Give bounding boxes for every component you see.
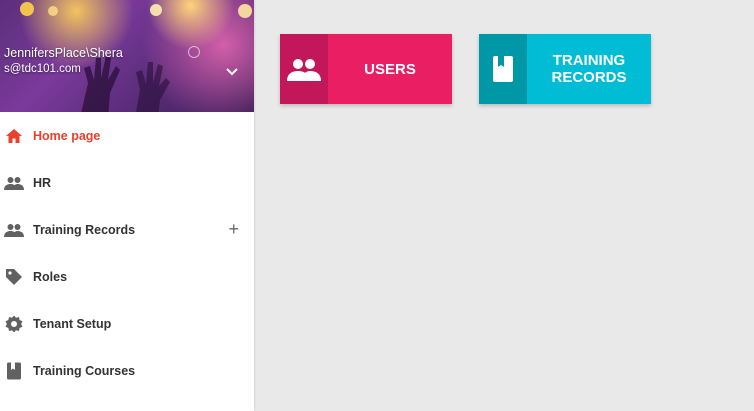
nav-item-hr[interactable]: HR [0, 159, 254, 206]
sidebar: JennifersPlace\Shera s@tdc101.com Home p… [0, 0, 254, 411]
training-tile-icon-panel [479, 34, 527, 104]
users-tile-icon-panel [280, 34, 328, 104]
nav-item-training-records[interactable]: Training Records + [0, 206, 254, 253]
nav-item-home-page[interactable]: Home page [0, 112, 254, 159]
stage-light [150, 4, 162, 16]
training-records-tile[interactable]: TRAINING RECORDS [479, 34, 651, 104]
user-name: JennifersPlace\Shera [4, 46, 123, 60]
nav-item-roles[interactable]: Roles [0, 253, 254, 300]
book-icon [493, 56, 513, 82]
gear-icon [4, 314, 24, 334]
nav-item-training-courses[interactable]: Training Courses [0, 347, 254, 394]
nav-item-label: HR [33, 175, 52, 190]
stage-light [238, 4, 252, 18]
people-icon [4, 220, 24, 240]
training-records-tile-label: TRAINING RECORDS [551, 52, 627, 86]
nav-menu: Home page HR Training Records + Roles Te… [0, 112, 254, 394]
user-email: s@tdc101.com [4, 63, 81, 75]
stage-light [188, 46, 200, 58]
users-tile-label: USERS [364, 60, 416, 78]
nav-item-label: Training Records [33, 222, 136, 237]
people-icon [287, 59, 321, 81]
nav-item-label: Roles [33, 269, 68, 284]
nav-item-label: Home page [33, 128, 101, 143]
expand-icon[interactable]: + [228, 220, 239, 238]
nav-item-label: Tenant Setup [33, 316, 112, 331]
tag-icon [4, 267, 24, 287]
stage-light [48, 6, 58, 16]
users-tile[interactable]: USERS [280, 34, 452, 104]
book-icon [4, 361, 24, 381]
profile-header: JennifersPlace\Shera s@tdc101.com [0, 0, 254, 112]
people-icon [4, 173, 24, 193]
nav-item-label: Training Courses [33, 363, 136, 378]
home-icon [4, 126, 24, 146]
nav-item-tenant-setup[interactable]: Tenant Setup [0, 300, 254, 347]
chevron-down-icon[interactable] [224, 64, 240, 80]
stage-light [20, 2, 34, 16]
